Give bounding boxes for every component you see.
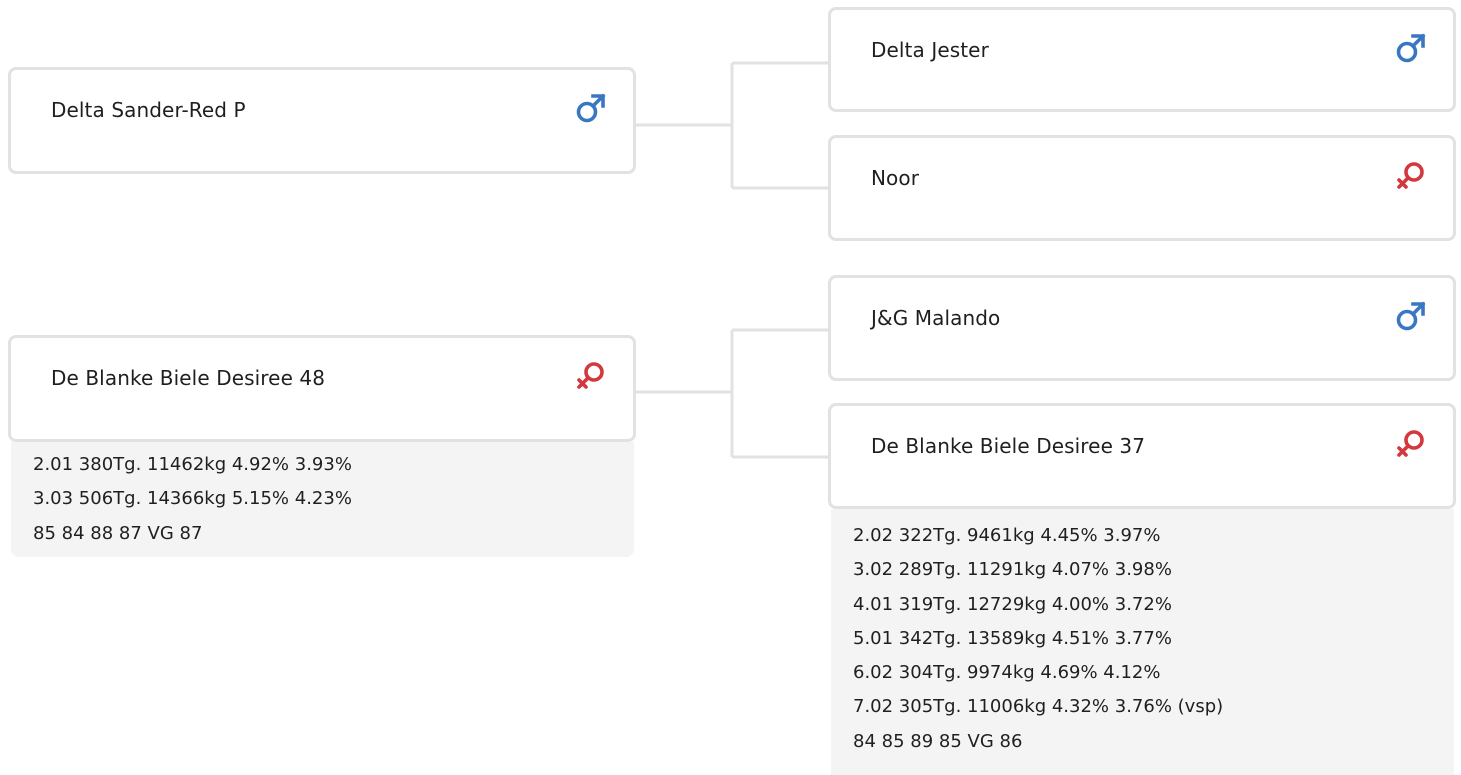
connector-dam-line bbox=[634, 328, 830, 459]
stats-line: 5.01 342Tg. 13589kg 4.51% 3.77% bbox=[853, 627, 1172, 649]
stats-line: 7.02 305Tg. 11006kg 4.32% 3.76% (vsp) bbox=[853, 696, 1224, 718]
female-icon bbox=[577, 362, 604, 389]
animal-name: Delta Sander-Red P bbox=[51, 98, 246, 122]
animal-name: Delta Jester bbox=[871, 38, 989, 62]
stats-line: 3.02 289Tg. 11291kg 4.07% 3.98% bbox=[853, 559, 1172, 581]
animal-name: Noor bbox=[871, 166, 920, 190]
male-icon bbox=[576, 93, 606, 123]
animal-name: De Blanke Biele Desiree 48 bbox=[51, 366, 326, 390]
male-icon bbox=[1396, 33, 1426, 63]
pedigree-card-sire[interactable]: Delta Sander-Red P bbox=[8, 67, 636, 174]
stats-line: 85 84 88 87 VG 87 bbox=[33, 522, 203, 544]
pedigree-card-paternal-grandsire[interactable]: Delta Jester bbox=[828, 7, 1456, 112]
connector-sire-line bbox=[634, 61, 830, 190]
male-icon bbox=[1396, 301, 1426, 331]
pedigree-card-maternal-granddam[interactable]: De Blanke Biele Desiree 37 bbox=[828, 403, 1456, 509]
granddam-production-stats: 2.02 322Tg. 9461kg 4.45% 3.97% 3.02 289T… bbox=[831, 509, 1454, 775]
dam-production-stats: 2.01 380Tg. 11462kg 4.92% 3.93% 3.03 506… bbox=[11, 442, 634, 557]
stats-line: 2.01 380Tg. 11462kg 4.92% 3.93% bbox=[33, 454, 352, 475]
animal-name: De Blanke Biele Desiree 37 bbox=[871, 434, 1146, 458]
stats-line: 3.03 506Tg. 14366kg 5.15% 4.23% bbox=[33, 488, 352, 510]
stats-line: 6.02 304Tg. 9974kg 4.69% 4.12% bbox=[853, 662, 1161, 684]
pedigree-card-dam[interactable]: De Blanke Biele Desiree 48 bbox=[8, 335, 636, 442]
stats-line: 2.02 322Tg. 9461kg 4.45% 3.97% bbox=[853, 525, 1161, 546]
female-icon bbox=[1397, 162, 1424, 189]
pedigree-card-maternal-grandsire[interactable]: J&G Malando bbox=[828, 275, 1456, 381]
animal-name: J&G Malando bbox=[871, 306, 1001, 330]
stats-line: 84 85 89 85 VG 86 bbox=[853, 730, 1023, 752]
stats-line: 4.01 319Tg. 12729kg 4.00% 3.72% bbox=[853, 593, 1172, 615]
pedigree-card-paternal-granddam[interactable]: Noor bbox=[828, 135, 1456, 241]
female-icon bbox=[1397, 430, 1424, 457]
